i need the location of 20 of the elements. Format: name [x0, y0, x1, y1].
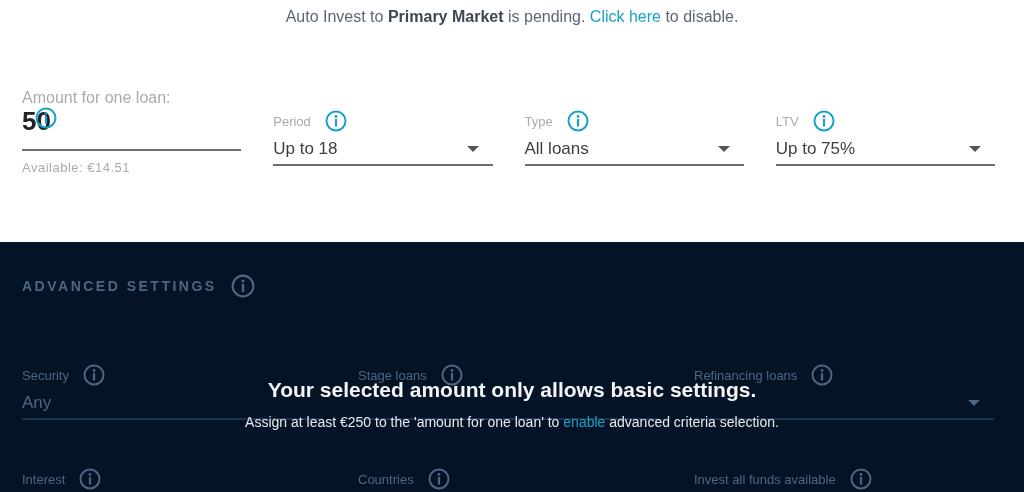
- field-label: Period: [273, 113, 311, 129]
- caret-icon: [717, 146, 730, 152]
- field-label: LTV: [775, 113, 799, 129]
- field-label: Countries: [358, 471, 414, 487]
- filter-select[interactable]: All loans: [524, 134, 744, 166]
- amount-label: Amount for one loan:: [22, 89, 172, 107]
- field-label: Type: [524, 113, 553, 129]
- field-label: Invest all funds available: [694, 471, 836, 487]
- available-balance: Available: €14.51: [22, 160, 131, 175]
- field-label: Refinancing loans: [694, 367, 798, 383]
- field-label: Interest: [22, 471, 66, 487]
- caret-icon: [968, 400, 980, 406]
- caret-icon: [969, 146, 981, 152]
- filter-select[interactable]: Up to 18: [273, 134, 493, 166]
- filter-select[interactable]: Up to 75%: [775, 134, 995, 166]
- enable-link[interactable]: enable: [563, 414, 606, 430]
- pending-notice: Auto Invest to Primary Market is pending. Click here to disable.: [284, 7, 740, 27]
- section-title: ADVANCED SETTINGS: [22, 278, 217, 294]
- field-label: Security: [22, 367, 69, 383]
- caret-icon: [466, 146, 479, 152]
